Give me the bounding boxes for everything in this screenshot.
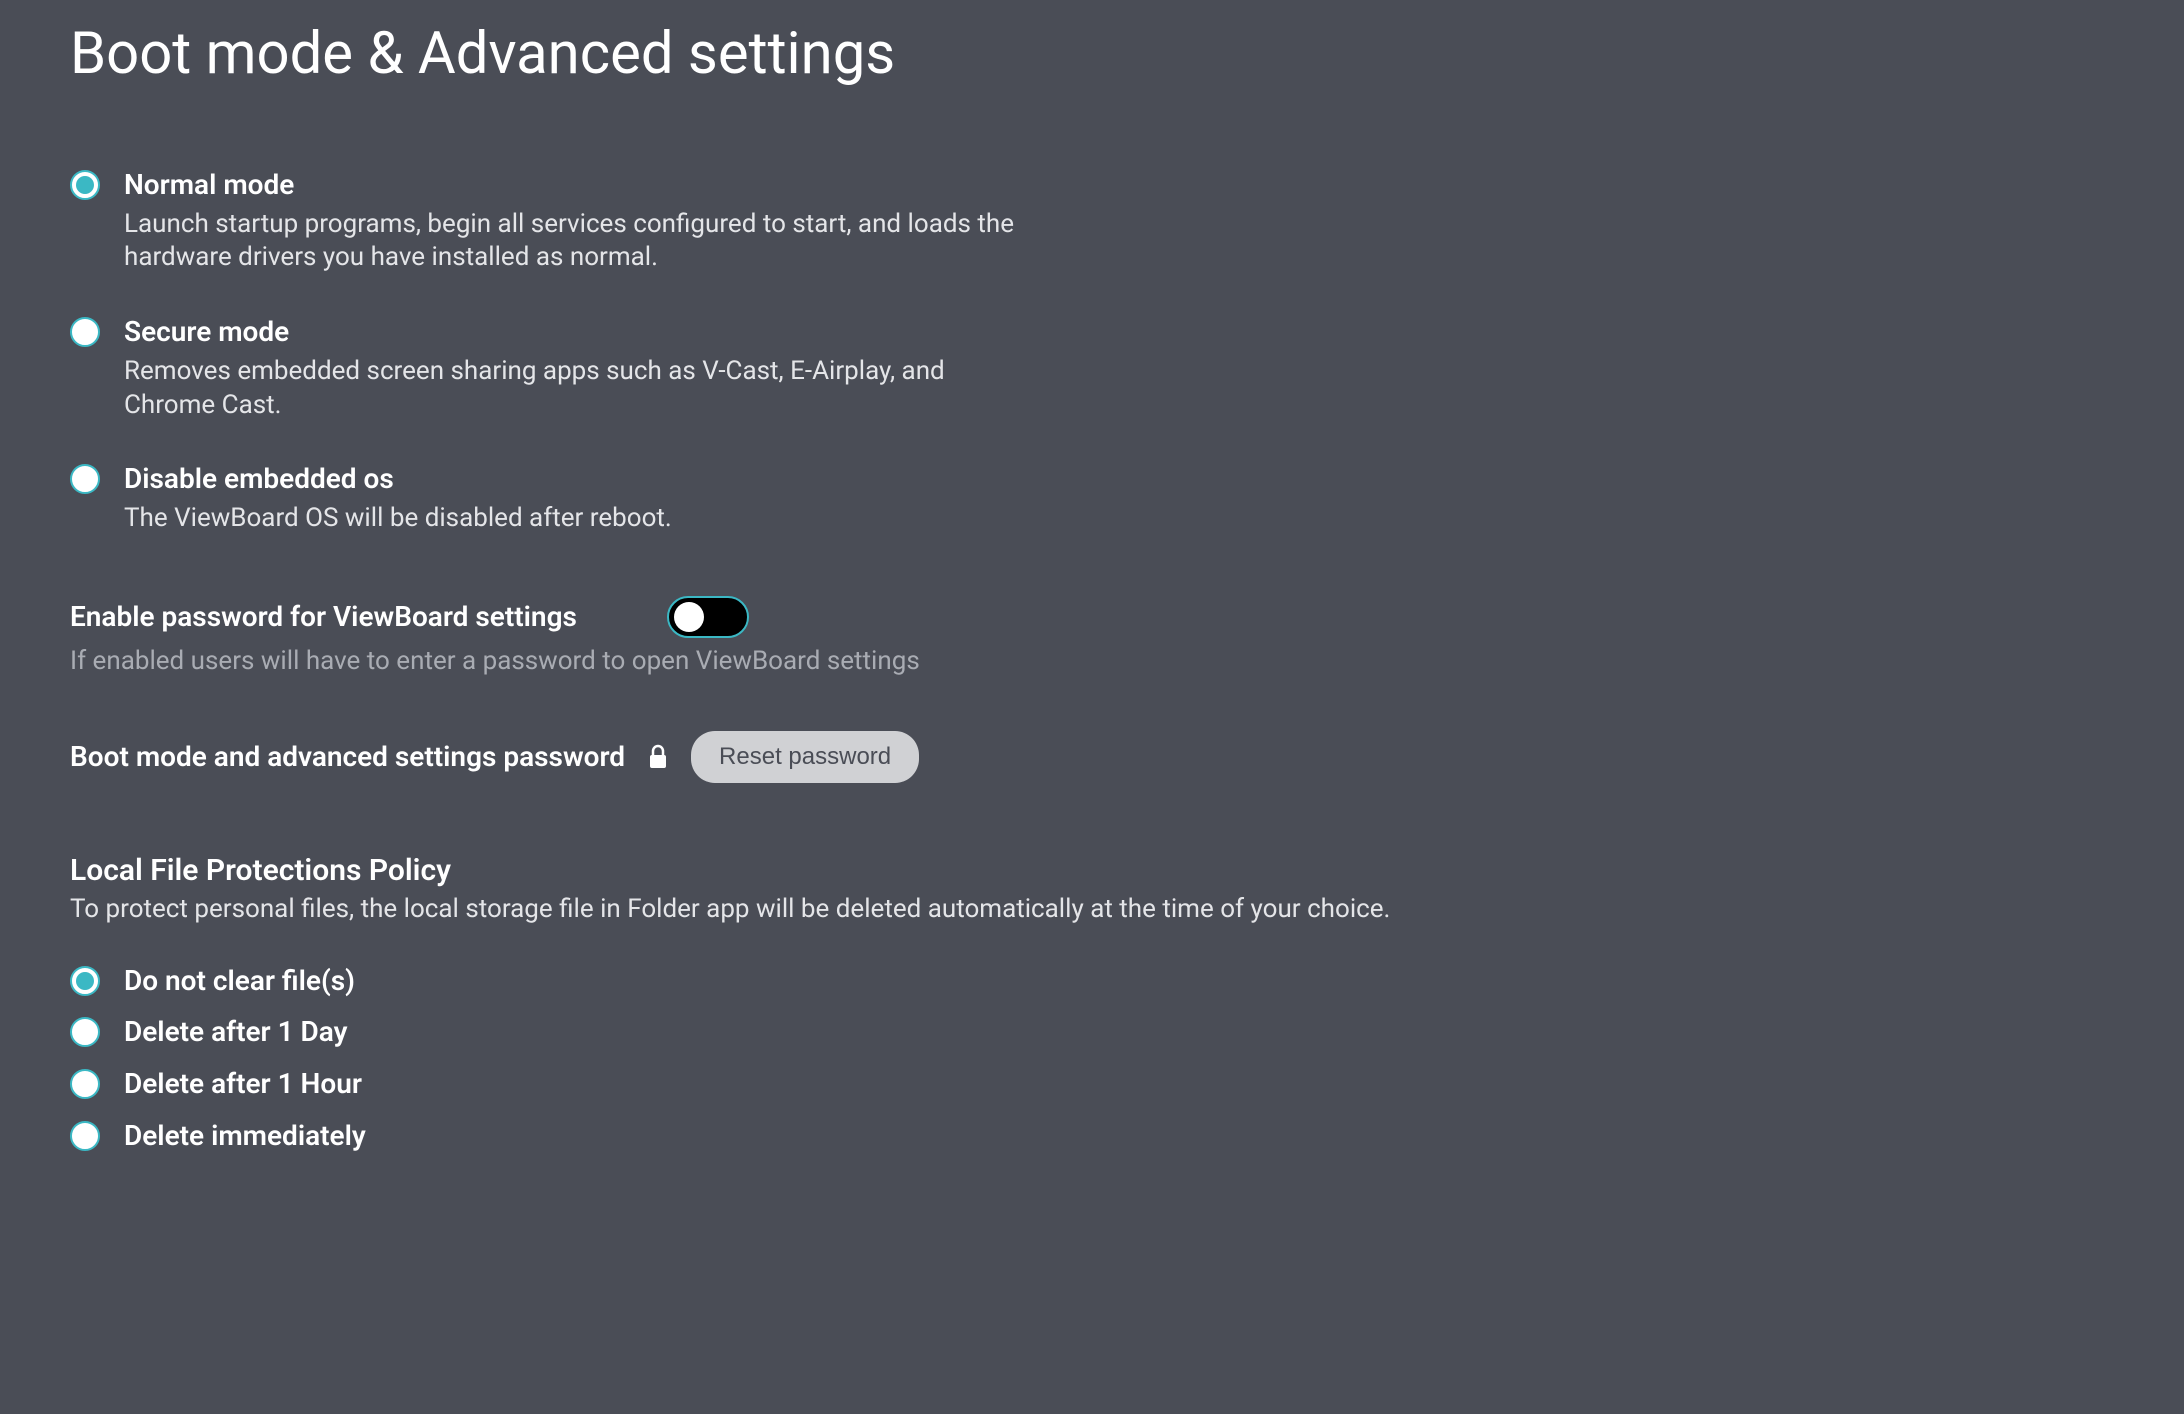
radio-label: Disable embedded os: [124, 462, 1024, 496]
radio-content: Disable embedded os The ViewBoard OS wil…: [124, 462, 1024, 535]
boot-mode-group: Normal mode Launch startup programs, beg…: [70, 168, 2114, 536]
password-toggle-description: If enabled users will have to enter a pa…: [70, 646, 2114, 676]
radio-button-icon: [70, 1017, 100, 1047]
radio-delete-1-day[interactable]: Delete after 1 Day: [70, 1015, 2114, 1049]
toggle-knob-icon: [674, 602, 704, 632]
radio-button-icon: [70, 317, 100, 347]
radio-button-icon: [70, 1069, 100, 1099]
password-toggle-label: Enable password for ViewBoard settings: [70, 600, 577, 633]
radio-label: Secure mode: [124, 315, 1024, 349]
radio-label: Delete immediately: [124, 1119, 1024, 1153]
password-toggle-row: Enable password for ViewBoard settings: [70, 596, 2114, 638]
radio-label: Normal mode: [124, 168, 1024, 202]
file-protection-title: Local File Protections Policy: [70, 853, 2114, 888]
radio-content: Do not clear file(s): [124, 964, 1024, 998]
reset-password-button[interactable]: Reset password: [691, 731, 919, 783]
lock-icon: [647, 744, 669, 770]
radio-label: Delete after 1 Day: [124, 1015, 1024, 1049]
radio-description: Launch startup programs, begin all servi…: [124, 208, 1024, 276]
radio-delete-immediately[interactable]: Delete immediately: [70, 1119, 2114, 1153]
radio-label: Do not clear file(s): [124, 964, 1024, 998]
radio-content: Delete after 1 Day: [124, 1015, 1024, 1049]
radio-description: Removes embedded screen sharing apps suc…: [124, 355, 1024, 423]
password-reset-label: Boot mode and advanced settings password: [70, 740, 625, 773]
radio-content: Normal mode Launch startup programs, beg…: [124, 168, 1024, 275]
radio-secure-mode[interactable]: Secure mode Removes embedded screen shar…: [70, 315, 2114, 422]
file-protection-group: Do not clear file(s) Delete after 1 Day …: [70, 964, 2114, 1152]
file-protection-description: To protect personal files, the local sto…: [70, 894, 2114, 924]
page-title: Boot mode & Advanced settings: [70, 20, 2114, 88]
radio-description: The ViewBoard OS will be disabled after …: [124, 502, 1024, 536]
radio-disable-embedded-os[interactable]: Disable embedded os The ViewBoard OS wil…: [70, 462, 2114, 535]
radio-button-icon: [70, 966, 100, 996]
radio-normal-mode[interactable]: Normal mode Launch startup programs, beg…: [70, 168, 2114, 275]
password-reset-row: Boot mode and advanced settings password…: [70, 731, 2114, 783]
radio-content: Delete immediately: [124, 1119, 1024, 1153]
radio-button-icon: [70, 1121, 100, 1151]
radio-button-icon: [70, 170, 100, 200]
radio-delete-1-hour[interactable]: Delete after 1 Hour: [70, 1067, 2114, 1101]
radio-label: Delete after 1 Hour: [124, 1067, 1024, 1101]
radio-do-not-clear[interactable]: Do not clear file(s): [70, 964, 2114, 998]
radio-content: Delete after 1 Hour: [124, 1067, 1024, 1101]
radio-button-icon: [70, 464, 100, 494]
radio-content: Secure mode Removes embedded screen shar…: [124, 315, 1024, 422]
password-toggle-switch[interactable]: [667, 596, 749, 638]
